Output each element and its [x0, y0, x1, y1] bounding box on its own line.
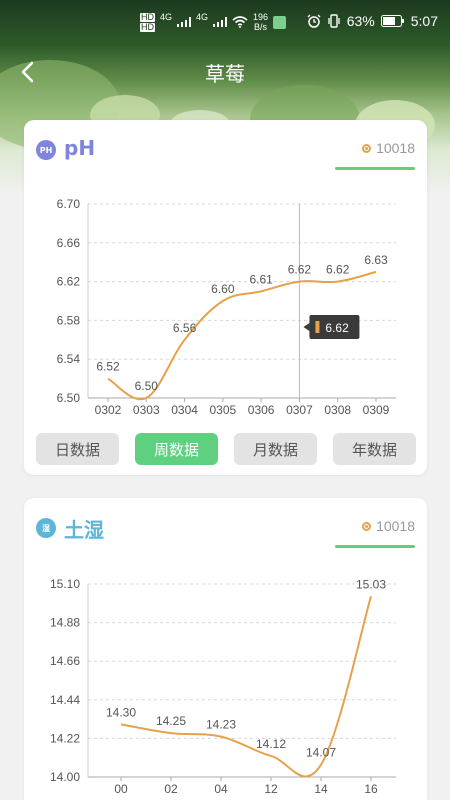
ph-data-label: 6.63: [364, 253, 388, 267]
ph-data-label: 6.56: [173, 321, 197, 335]
ph-y-tick-label: 6.70: [57, 197, 81, 211]
battery-percent: 63%: [346, 13, 375, 29]
moisture-y-tick-label: 14.66: [50, 654, 80, 668]
moisture-data-label: 14.12: [256, 737, 286, 751]
soil-moisture-line-chart: 15.10 14.88 14.66 14.44 14.22 14.00 00 02 04 12 14…: [50, 577, 396, 796]
moisture-data-label: 14.07: [306, 746, 336, 760]
tab-day-data[interactable]: 日数据: [36, 433, 119, 465]
moisture-x-tick-label: 12: [264, 782, 278, 796]
signal-bars-icon-2: [213, 17, 228, 27]
ph-y-tick-label: 6.50: [57, 391, 81, 405]
moisture-x-tick-label: 16: [364, 782, 378, 796]
nav-bar: 草莓: [0, 44, 450, 100]
moisture-y-tick-label: 14.00: [50, 770, 80, 784]
ph-x-tick-label: 0305: [210, 403, 237, 417]
ph-y-tick-label: 6.66: [57, 236, 81, 250]
ph-y-tick-label: 6.62: [57, 275, 81, 289]
ph-x-tick-label: 0309: [363, 403, 390, 417]
moisture-data-label: 14.23: [206, 718, 236, 732]
moisture-y-tick-label: 15.10: [50, 577, 80, 591]
app-notification-icon: [273, 15, 287, 29]
soil-moisture-card: 湿 土湿 10018 15.10 14.88 14.66 14.44 14.22 14.0…: [24, 498, 427, 800]
net-speed-unit: B/s: [254, 22, 268, 32]
ph-x-tick-label: 0308: [324, 403, 351, 417]
ph-x-tick-label: 0303: [133, 403, 160, 417]
wifi-icon: [232, 16, 248, 28]
alarm-icon: [307, 14, 321, 28]
ph-x-tick-label: 0304: [171, 403, 198, 417]
page-title: 草莓: [205, 62, 245, 86]
moisture-data-label: 14.25: [156, 714, 186, 728]
moisture-y-tick-label: 14.88: [50, 616, 80, 630]
ph-tooltip-pointer: [303, 323, 310, 331]
ph-data-label: 6.62: [288, 263, 312, 277]
net-speed-value: 196: [253, 12, 269, 22]
moisture-data-label: 15.03: [356, 577, 386, 591]
period-tabs: 日数据 周数据 月数据 年数据: [36, 433, 416, 465]
signal-4g-1: 4G: [160, 12, 173, 22]
ph-data-label: 6.62: [326, 263, 350, 277]
signal-bars-icon: [177, 17, 192, 27]
ph-data-label: 6.61: [249, 272, 273, 286]
tab-week-data[interactable]: 周数据: [135, 433, 218, 465]
status-bar: HD HD 4G 4G 196 B/s 63% 5:07: [0, 0, 450, 44]
ph-data-label: 6.52: [96, 360, 120, 374]
moisture-y-tick-label: 14.22: [50, 731, 80, 745]
tab-month-data[interactable]: 月数据: [234, 433, 317, 465]
vibrate-icon: [328, 14, 340, 28]
ph-y-tick-label: 6.58: [57, 313, 81, 327]
network-hd-2: HD: [140, 21, 155, 32]
battery-icon: [380, 15, 404, 27]
ph-data-label: 6.50: [135, 379, 159, 393]
network-hd-1: HD: [140, 11, 155, 22]
moisture-x-tick-label: 04: [214, 782, 228, 796]
clock: 5:07: [410, 13, 438, 29]
moisture-x-tick-label: 00: [114, 782, 128, 796]
ph-x-tick-label: 0307: [286, 403, 313, 417]
ph-x-tick-label: 0302: [95, 403, 122, 417]
ph-tooltip-swatch: [315, 321, 320, 333]
moisture-x-tick-label: 14: [314, 782, 328, 796]
ph-data-label: 6.60: [211, 282, 235, 296]
moisture-x-tick-label: 02: [164, 782, 178, 796]
ph-line-chart: 6.70 6.66 6.62 6.58 6.54 6.50 0302 0303 0304 0305…: [57, 197, 396, 417]
moisture-y-tick-label: 14.44: [50, 693, 80, 707]
ph-tooltip-value: 6.62: [325, 321, 349, 335]
moisture-data-label: 14.30: [106, 705, 136, 719]
ph-y-tick-label: 6.54: [57, 352, 81, 366]
tab-year-data[interactable]: 年数据: [333, 433, 416, 465]
ph-x-tick-label: 0306: [248, 403, 275, 417]
ph-card: PH pH 10018 6.70 6.66 6.62 6.58 6.54 6.50 0302…: [24, 120, 427, 475]
signal-4g-2: 4G: [196, 12, 209, 22]
